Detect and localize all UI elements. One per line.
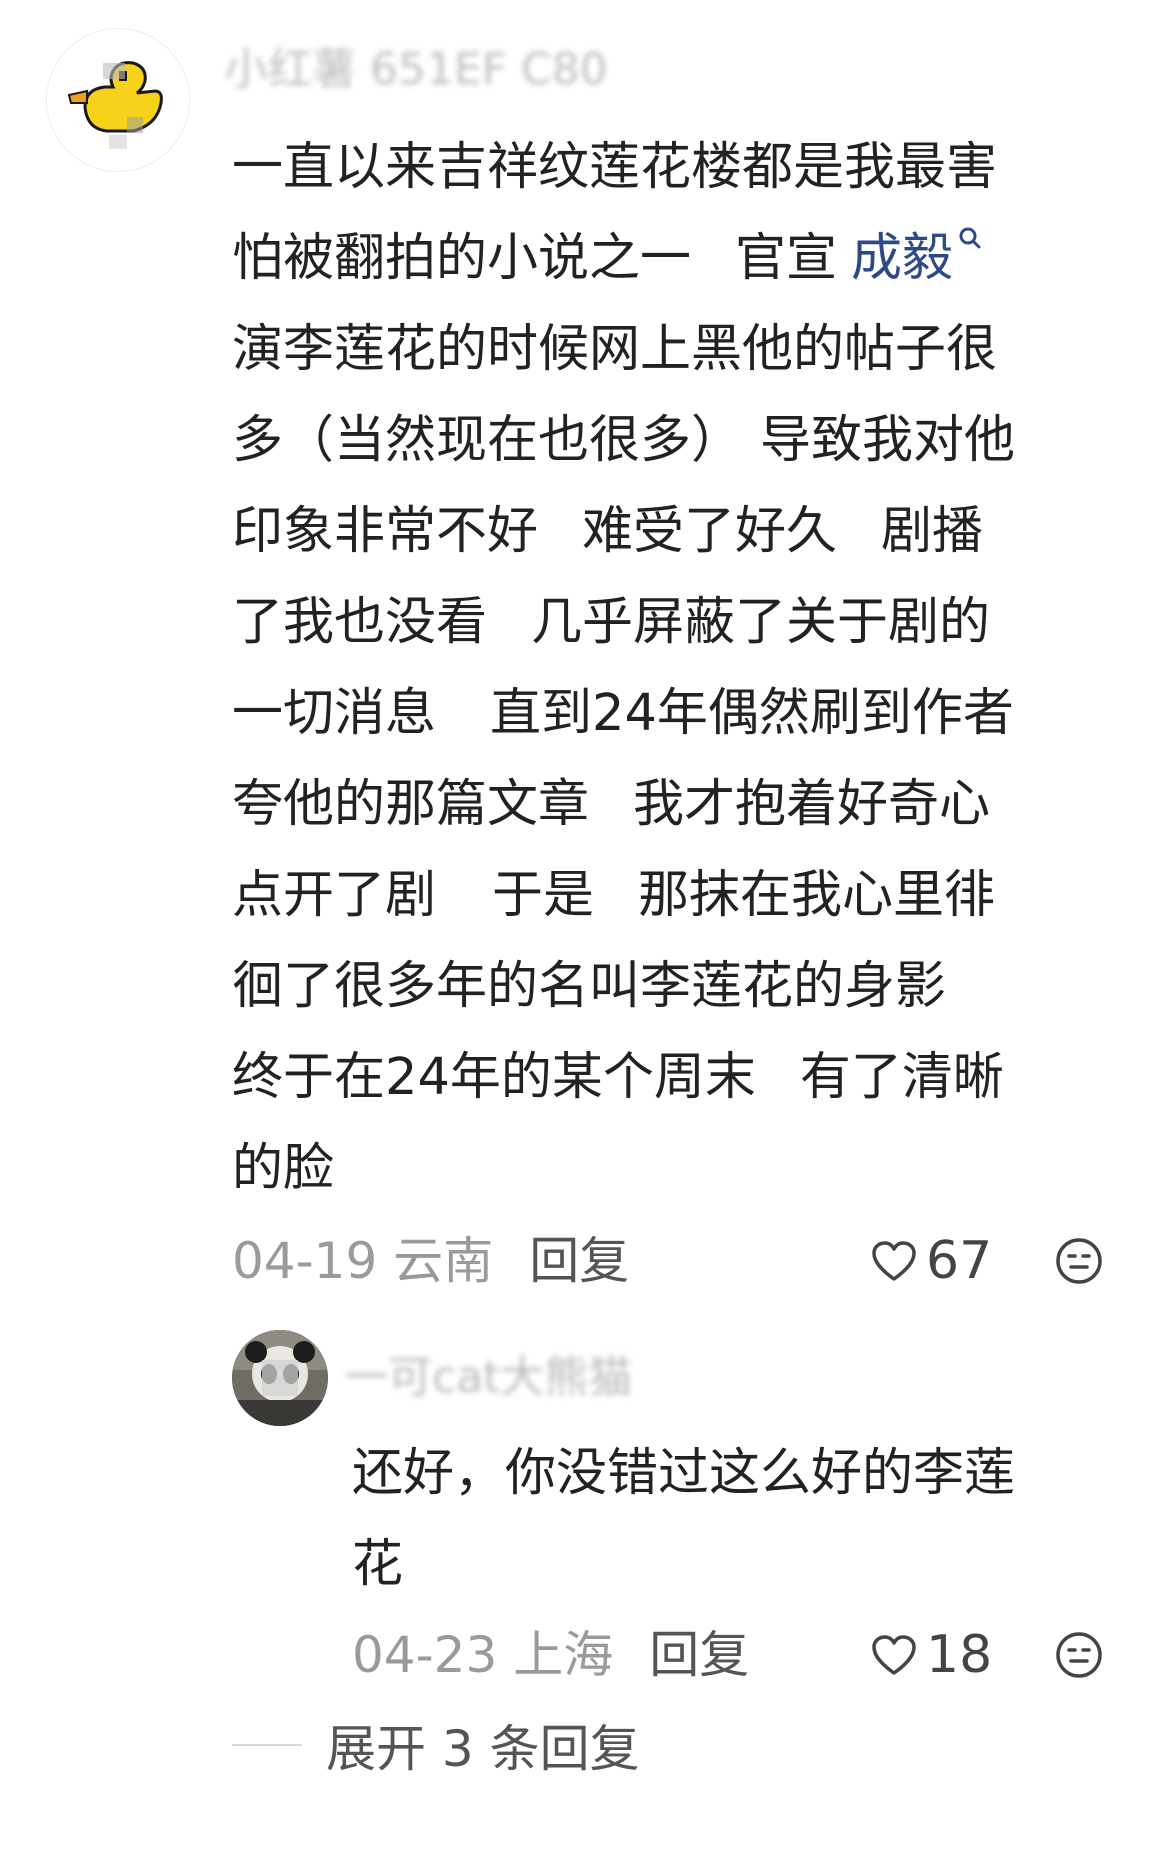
reply-like-button[interactable]: 18	[870, 1620, 992, 1690]
emoji-face-icon[interactable]	[1054, 1236, 1104, 1286]
comment-segment: 点开了剧	[232, 866, 437, 925]
reply-like-count: 18	[926, 1625, 993, 1685]
comment-segment: 官宣	[735, 229, 838, 288]
yellow-duck-avatar-icon	[47, 29, 189, 171]
comment-segment: 直到24年偶然刷到作者	[490, 684, 1014, 743]
comment-location: 云南	[393, 1232, 494, 1290]
comment-line: 演李莲花的时候网上黑他的帖子很	[232, 320, 998, 379]
comment-segment: 一切消息	[232, 684, 437, 743]
commenter-avatar[interactable]	[46, 28, 190, 172]
comment-segment: 导致我对他	[760, 411, 1016, 470]
heart-outline-icon	[872, 1635, 916, 1675]
comment-line: 印象非常不好 难受了好久 剧播	[232, 486, 1112, 577]
comment-line: 夸他的那篇文章 我才抱着好奇心	[232, 759, 1112, 850]
reply-date: 04-23	[352, 1626, 498, 1684]
comment-text: 一直以来吉祥纹莲花楼都是我最害 怕被翻拍的小说之一 官宣 成毅 演李莲花的时候网上黑…	[232, 122, 1112, 1214]
reply-line: 还好，你没错过这么好的李莲	[352, 1444, 1016, 1503]
reply-text: 还好，你没错过这么好的李莲 花	[352, 1428, 1112, 1610]
comment-segment: 多（当然现在也很多）	[232, 411, 743, 470]
reply-line: 花	[352, 1535, 404, 1594]
reply-meta: 04-23 上海 回复	[352, 1620, 749, 1690]
commenter-username[interactable]: 小红薯 651EF C80	[224, 40, 608, 100]
reply-location: 上海	[513, 1626, 614, 1684]
comment-segment: 有了清晰	[799, 1048, 1004, 1107]
reply-avatar[interactable]	[232, 1330, 328, 1426]
comment-segment: 怕被翻拍的小说之一	[232, 229, 692, 288]
mention-link[interactable]: 成毅	[851, 229, 953, 288]
comment-segment: 难受了好久	[582, 502, 838, 561]
comment-segment: 几乎屏蔽了关于剧的	[531, 593, 991, 652]
comment-segment: 终于在24年的某个周末	[232, 1048, 756, 1107]
comment-line: 的脸	[232, 1139, 335, 1198]
search-icon	[959, 227, 981, 249]
reply-username[interactable]: 一可cat大熊猫	[344, 1350, 632, 1406]
panda-avatar-icon	[232, 1330, 328, 1426]
comment-line-with-mention: 怕被翻拍的小说之一 官宣 成毅	[232, 213, 1112, 304]
expand-replies-button[interactable]: 展开 3 条回复	[232, 1710, 640, 1780]
comment-line: 了我也没看 几乎屏蔽了关于剧的	[232, 577, 1112, 668]
comment-segment: 剧播	[881, 502, 984, 561]
expand-replies-label: 展开 3 条回复	[326, 1720, 640, 1778]
expand-divider	[232, 1744, 302, 1746]
comment-segment: 夸他的那篇文章	[232, 775, 590, 834]
comment-line: 点开了剧 于是 那抹在我心里徘	[232, 850, 1112, 941]
reply-reply-button[interactable]: 回复	[649, 1626, 749, 1684]
emoji-face-icon[interactable]	[1054, 1630, 1104, 1680]
comment-like-count: 67	[926, 1231, 993, 1291]
comment-reply-button[interactable]: 回复	[529, 1232, 629, 1290]
comment-line: 一直以来吉祥纹莲花楼都是我最害	[232, 138, 998, 197]
comment-segment: 了我也没看	[232, 593, 488, 652]
comment-meta: 04-19 云南 回复	[232, 1226, 629, 1296]
comment-line: 多（当然现在也很多） 导致我对他	[232, 395, 1112, 486]
comment-date: 04-19	[232, 1232, 378, 1290]
heart-outline-icon	[872, 1241, 916, 1281]
comment-like-button[interactable]: 67	[870, 1226, 992, 1296]
comment-line: 一切消息 直到24年偶然刷到作者	[232, 668, 1112, 759]
comment-segment: 我才抱着好奇心	[633, 775, 991, 834]
comment-segment: 印象非常不好	[232, 502, 539, 561]
comment-line: 终于在24年的某个周末 有了清晰	[232, 1032, 1112, 1123]
comment-line: 徊了很多年的名叫李莲花的身影	[232, 957, 947, 1016]
comment-segment: 那抹在我心里徘	[638, 866, 996, 925]
comment-segment: 于是	[492, 866, 595, 925]
